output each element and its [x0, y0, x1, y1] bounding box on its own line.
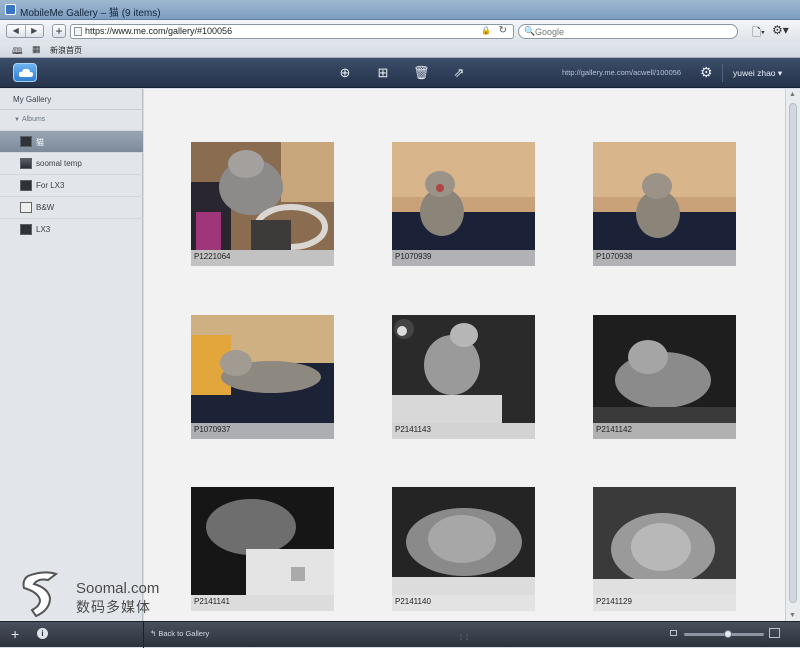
photo-card[interactable]: P1070938	[593, 142, 736, 266]
photo-card[interactable]: P1070937	[191, 315, 334, 439]
disclosure-triangle-icon[interactable]: ▼	[14, 117, 20, 123]
toolbar-divider	[722, 64, 723, 82]
settings-sliders-icon[interactable]: ⊞	[375, 65, 391, 81]
bookmarks-bar: 🕮 ▦ 新浪首页	[0, 42, 800, 58]
forward-icon[interactable]: ▶	[26, 25, 44, 37]
app-icon	[5, 4, 16, 15]
photo-card[interactable]: P2141141	[191, 487, 334, 611]
photo-thumbnail[interactable]	[593, 315, 736, 423]
share-icon[interactable]: ⇗	[451, 65, 467, 81]
sidebar-item-album[interactable]: B&W	[0, 196, 143, 218]
soomal-watermark: Soomal.com 数码多媒体	[18, 570, 178, 620]
photo-thumbnail[interactable]	[191, 142, 334, 250]
photo-card[interactable]: P1070939	[392, 142, 535, 266]
photo-caption: P1221064	[194, 252, 231, 261]
small-thumbnails-icon[interactable]	[670, 630, 677, 636]
soomal-logo	[22, 571, 59, 618]
albums-heading[interactable]: ▼ Albums	[14, 116, 45, 123]
sidebar-divider	[0, 109, 143, 110]
photo-thumbnail[interactable]	[392, 315, 535, 423]
info-icon[interactable]: i	[37, 628, 48, 639]
resize-grip-icon[interactable]: ⋮⋮	[458, 634, 470, 641]
sidebar-item-album[interactable]: For LX3	[0, 174, 143, 196]
photo-caption: P2141129	[596, 597, 632, 606]
photo-thumbnail[interactable]	[191, 487, 334, 595]
reload-icon[interactable]: ↻	[499, 25, 507, 36]
photo-card[interactable]: P1221064	[191, 142, 334, 266]
photo-grid: P1221064 P1070939 P1070938 P1070937 P214…	[144, 89, 785, 621]
mobileme-cloud-icon[interactable]	[13, 63, 37, 82]
gear-icon[interactable]: ⚙	[700, 64, 713, 81]
new-tab-button[interactable]: +	[52, 24, 66, 38]
url-text[interactable]: https://www.me.com/gallery/#100056	[85, 26, 232, 36]
page-icon	[74, 27, 82, 36]
window-title: MobileMe Gallery – 猫 (9 items)	[20, 8, 161, 19]
album-thumb-icon	[20, 202, 32, 213]
mobileme-toolbar: ⊕ ⊞ 🗑 ⇗ http://gallery.me.com/acwell/100…	[0, 58, 800, 88]
search-icon: 🔍	[524, 26, 536, 36]
bottombar-divider	[143, 622, 144, 648]
page-menu-icon[interactable]: 🗋▾	[752, 24, 765, 43]
back-to-gallery-link[interactable]: ↰ Back to Gallery	[150, 629, 209, 638]
photo-caption: P1070938	[596, 252, 633, 261]
add-album-icon[interactable]: +	[11, 626, 19, 642]
photo-caption: P1070939	[395, 252, 432, 261]
album-thumb-icon	[20, 224, 32, 235]
scrollbar-thumb[interactable]	[789, 103, 797, 603]
scroll-up-icon[interactable]: ▲	[789, 91, 796, 98]
photo-thumbnail[interactable]	[191, 315, 334, 423]
bookmark-link[interactable]: 新浪首页	[50, 45, 82, 56]
trash-icon[interactable]: 🗑	[413, 65, 430, 81]
album-label: soomal temp	[36, 159, 82, 168]
watermark-tagline: 数码多媒体	[76, 599, 151, 615]
photo-caption: P2141140	[395, 597, 431, 606]
photo-thumbnail[interactable]	[392, 142, 535, 250]
vertical-scrollbar[interactable]: ▲ ▼	[785, 89, 800, 621]
photo-thumbnail[interactable]	[593, 142, 736, 250]
photo-thumbnail[interactable]	[593, 487, 736, 595]
photo-card[interactable]: P2141140	[392, 487, 535, 611]
sidebar-item-album[interactable]: soomal temp	[0, 152, 143, 174]
my-gallery-link[interactable]: My Gallery	[13, 95, 51, 104]
photo-card[interactable]: P2141142	[593, 315, 736, 439]
nav-buttons: ◀ ▶	[6, 24, 44, 38]
album-thumb-icon	[20, 158, 32, 169]
upload-icon[interactable]: ⊕	[337, 65, 353, 81]
photo-caption: P1070937	[194, 425, 231, 434]
album-label: B&W	[36, 203, 55, 212]
window-titlebar: MobileMe Gallery – 猫 (9 items)	[0, 0, 800, 20]
bottom-toolbar: + i ↰ Back to Gallery ⋮⋮	[0, 621, 800, 648]
top-sites-icon[interactable]: ▦	[32, 44, 41, 55]
sidebar: My Gallery ▼ Albums 猫 soomal temp For LX3…	[0, 89, 143, 621]
watermark-site: Soomal.com	[76, 580, 160, 597]
address-bar[interactable]: https://www.me.com/gallery/#100056 🔒 ↻	[70, 24, 514, 39]
album-label: For LX3	[36, 181, 65, 190]
thumbnail-size-slider[interactable]	[684, 630, 764, 638]
back-icon[interactable]: ◀	[7, 25, 26, 37]
browser-toolbar: ◀ ▶ + https://www.me.com/gallery/#100056…	[0, 20, 800, 42]
photo-card[interactable]: P2141143	[392, 315, 535, 439]
gallery-public-url[interactable]: http://gallery.me.com/acwell/100056	[562, 68, 681, 77]
search-input[interactable]	[535, 26, 715, 37]
lock-icon: 🔒	[481, 26, 491, 35]
user-name: yuwei zhao	[733, 68, 776, 78]
photo-card[interactable]: P2141129	[593, 487, 736, 611]
sidebar-item-album[interactable]: 猫	[0, 130, 143, 152]
photo-caption: P2141141	[194, 597, 230, 606]
photo-thumbnail[interactable]	[392, 487, 535, 595]
large-thumbnails-icon[interactable]	[769, 628, 780, 638]
user-menu[interactable]: yuwei zhao ▾	[733, 68, 782, 79]
album-label: LX3	[36, 225, 51, 234]
album-label: 猫	[36, 138, 44, 147]
album-thumb-icon	[20, 180, 32, 191]
scroll-down-icon[interactable]: ▼	[789, 612, 796, 619]
photo-caption: P2141143	[395, 425, 431, 434]
tools-menu-icon[interactable]: ⚙▾	[772, 23, 789, 37]
album-thumb-icon	[20, 136, 32, 147]
slider-knob[interactable]	[724, 630, 732, 638]
sidebar-item-album[interactable]: LX3	[0, 218, 143, 240]
search-box[interactable]: 🔍	[518, 24, 738, 39]
photo-caption: P2141142	[596, 425, 632, 434]
